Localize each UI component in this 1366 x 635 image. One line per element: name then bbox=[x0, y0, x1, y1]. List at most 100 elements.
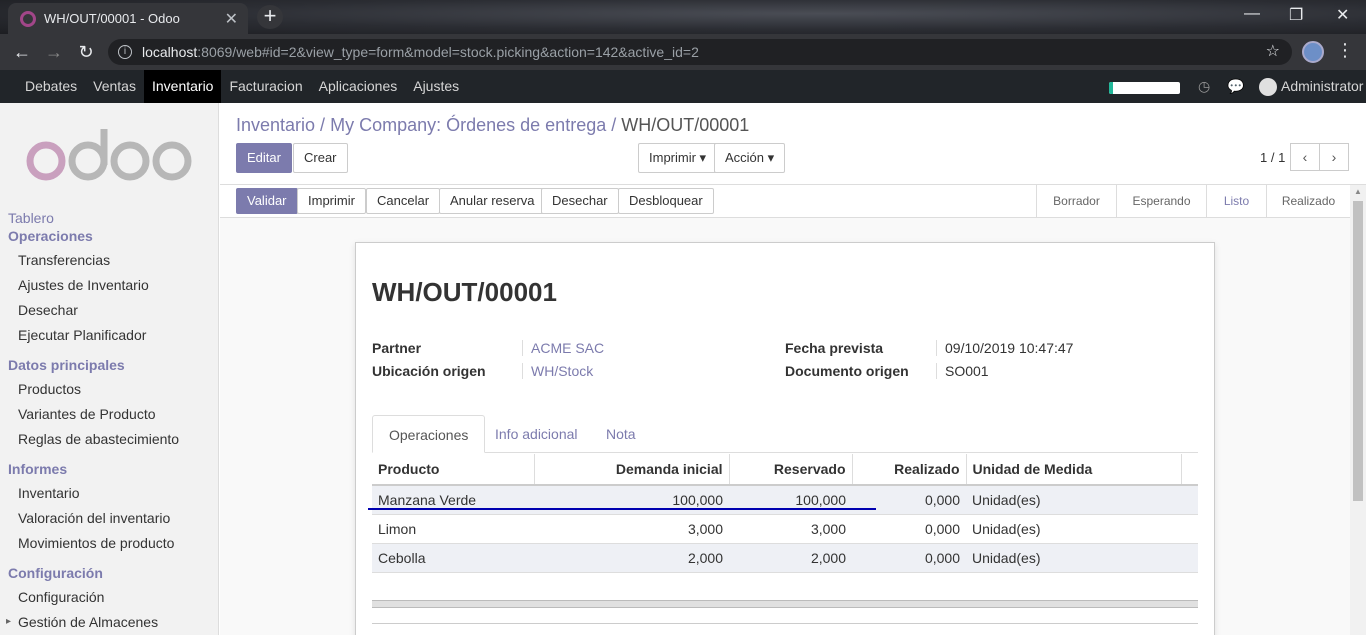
sidebar-item-planificador[interactable]: Ejecutar Planificador bbox=[18, 327, 146, 343]
origin-label: Documento origen bbox=[785, 363, 909, 379]
nav-facturacion[interactable]: Facturacion bbox=[221, 70, 310, 103]
browser-tabstrip: WH/OUT/00001 - Odoo ✕ + — ❐ ✕ bbox=[0, 0, 1366, 34]
partner-label: Partner bbox=[372, 340, 422, 356]
cell-demanda: 3,000 bbox=[534, 514, 729, 544]
forward-icon[interactable]: → bbox=[42, 40, 66, 64]
col-reservado[interactable]: Reservado bbox=[729, 454, 853, 486]
bookmark-star-icon[interactable]: ☆ bbox=[1266, 39, 1280, 65]
divider bbox=[372, 623, 1198, 624]
odoo-main-navbar: Debates Ventas Inventario Facturacion Ap… bbox=[0, 70, 1366, 103]
col-demanda[interactable]: Demanda inicial bbox=[534, 454, 730, 486]
table-footer bbox=[372, 600, 1198, 608]
location-label: Ubicación origen bbox=[372, 363, 486, 379]
scheduled-date-field: 09/10/2019 10:47:47 bbox=[936, 340, 1073, 356]
back-icon[interactable]: ← bbox=[10, 40, 34, 64]
unlock-button[interactable]: Desbloquear bbox=[618, 188, 714, 214]
sidebar-item-movimientos[interactable]: Movimientos de producto bbox=[18, 535, 174, 551]
pager-next-icon[interactable]: › bbox=[1319, 143, 1349, 171]
tab-close-icon[interactable]: ✕ bbox=[225, 9, 238, 29]
stage-esperando: Esperando bbox=[1116, 185, 1206, 217]
cell-producto: Cebolla bbox=[372, 543, 534, 573]
breadcrumb-ordenes[interactable]: My Company: Órdenes de entrega / bbox=[330, 115, 616, 135]
user-menu[interactable]: Administrator bbox=[1259, 70, 1363, 103]
col-optional[interactable] bbox=[1181, 454, 1198, 486]
restore-icon[interactable]: ❐ bbox=[1289, 5, 1303, 25]
col-unidad[interactable]: Unidad de Medida bbox=[966, 454, 1182, 486]
cell-reservado: 2,000 bbox=[729, 543, 852, 573]
scroll-up-icon[interactable]: ▲ bbox=[1354, 187, 1362, 196]
validate-button[interactable]: Validar bbox=[236, 188, 298, 214]
tab-operaciones[interactable]: Operaciones bbox=[372, 415, 486, 453]
tab-info-adicional[interactable]: Info adicional bbox=[479, 415, 594, 453]
window-close-icon[interactable]: ✕ bbox=[1336, 5, 1349, 25]
create-button[interactable]: Crear bbox=[293, 143, 348, 173]
sidebar-item-reglas[interactable]: Reglas de abastecimiento bbox=[18, 431, 179, 447]
url-path: :8069/web#id=2&view_type=form&model=stoc… bbox=[197, 44, 699, 60]
form-statusbar: Validar Imprimir Cancelar Anular reserva… bbox=[220, 185, 1350, 218]
sidebar-item-transferencias[interactable]: Transferencias bbox=[18, 252, 110, 268]
stage-realizado: Realizado bbox=[1266, 185, 1350, 217]
sidebar-item-desechar[interactable]: Desechar bbox=[18, 302, 78, 318]
reload-icon[interactable]: ↻ bbox=[74, 40, 98, 64]
nav-debates[interactable]: Debates bbox=[17, 70, 85, 103]
stage-borrador: Borrador bbox=[1036, 185, 1116, 217]
sidebar-tablero[interactable]: Tablero bbox=[8, 210, 54, 226]
breadcrumb-current: WH/OUT/00001 bbox=[621, 115, 750, 135]
stage-listo: Listo bbox=[1206, 185, 1266, 217]
new-tab-button[interactable]: + bbox=[257, 5, 283, 29]
form-sheet: WH/OUT/00001 Partner ACME SAC Ubicación … bbox=[355, 242, 1215, 635]
sidebar-section-configuracion: Configuración bbox=[8, 565, 103, 581]
sidebar-item-configuracion[interactable]: Configuración bbox=[18, 589, 104, 605]
page-scrollbar[interactable]: ▲ bbox=[1350, 185, 1366, 635]
pager-value: 1 / 1 bbox=[1260, 150, 1286, 165]
profile-avatar[interactable] bbox=[1302, 41, 1324, 63]
col-realizado[interactable]: Realizado bbox=[852, 454, 967, 486]
sidebar-item-inventario[interactable]: Inventario bbox=[18, 485, 79, 501]
sidebar-item-productos[interactable]: Productos bbox=[18, 381, 81, 397]
minimize-icon[interactable]: — bbox=[1244, 5, 1260, 23]
table-row[interactable]: Cebolla 2,000 2,000 0,000 Unidad(es) bbox=[372, 543, 1198, 573]
user-avatar bbox=[1259, 77, 1277, 96]
cell-unidad: Unidad(es) bbox=[966, 514, 1181, 544]
pager-previous-icon[interactable]: ‹ bbox=[1290, 143, 1320, 171]
address-bar[interactable]: i localhost:8069/web#id=2&view_type=form… bbox=[108, 39, 1292, 65]
tab-nota[interactable]: Nota bbox=[590, 415, 652, 453]
browser-tab[interactable]: WH/OUT/00001 - Odoo ✕ bbox=[8, 3, 248, 34]
print-button[interactable]: Imprimir bbox=[297, 188, 366, 214]
action-dropdown[interactable]: Acción ▾ bbox=[714, 143, 786, 173]
site-info-icon[interactable]: i bbox=[118, 45, 132, 59]
nav-inventario[interactable]: Inventario bbox=[143, 70, 222, 103]
sidebar-item-almacenes[interactable]: Gestión de Almacenes bbox=[6, 614, 158, 630]
cell-unidad: Unidad(es) bbox=[966, 485, 1181, 515]
url-host: localhost bbox=[142, 44, 198, 60]
sidebar-section-operaciones: Operaciones bbox=[8, 228, 93, 244]
edit-button[interactable]: Editar bbox=[236, 143, 292, 173]
breadcrumb-inventario[interactable]: Inventario / bbox=[236, 115, 325, 135]
scrap-button[interactable]: Desechar bbox=[541, 188, 619, 214]
scrollbar-thumb[interactable] bbox=[1353, 201, 1363, 501]
notebook-tabs: Operaciones Info adicional Nota bbox=[372, 415, 1198, 453]
sidebar-section-datos: Datos principales bbox=[8, 357, 125, 373]
messages-icon[interactable]: 💬 bbox=[1227, 78, 1244, 95]
cell-demanda: 2,000 bbox=[534, 543, 729, 573]
sidebar-item-valoracion[interactable]: Valoración del inventario bbox=[18, 510, 170, 526]
sidebar-section-informes: Informes bbox=[8, 461, 68, 477]
table-row[interactable]: Limon 3,000 3,000 0,000 Unidad(es) bbox=[372, 514, 1198, 544]
partner-field[interactable]: ACME SAC bbox=[522, 340, 604, 356]
odoo-logo bbox=[26, 129, 192, 181]
browser-menu-icon[interactable]: ⋮ bbox=[1336, 40, 1354, 61]
print-dropdown[interactable]: Imprimir ▾ bbox=[638, 143, 718, 173]
activity-clock-icon[interactable]: ◷ bbox=[1198, 78, 1210, 95]
nav-ajustes[interactable]: Ajustes bbox=[405, 70, 467, 103]
col-producto[interactable]: Producto bbox=[372, 454, 535, 486]
cancel-button[interactable]: Cancelar bbox=[366, 188, 441, 214]
sidebar-item-ajustes-inventario[interactable]: Ajustes de Inventario bbox=[18, 277, 149, 293]
sidebar-item-variantes[interactable]: Variantes de Producto bbox=[18, 406, 156, 422]
nav-aplicaciones[interactable]: Aplicaciones bbox=[311, 70, 406, 103]
nav-ventas[interactable]: Ventas bbox=[85, 70, 144, 103]
unreserve-button[interactable]: Anular reserva bbox=[439, 188, 546, 214]
cell-realizado: 0,000 bbox=[852, 543, 966, 573]
control-panel: Inventario / My Company: Órdenes de entr… bbox=[220, 103, 1366, 185]
location-field[interactable]: WH/Stock bbox=[522, 363, 593, 379]
origin-field: SO001 bbox=[936, 363, 989, 379]
